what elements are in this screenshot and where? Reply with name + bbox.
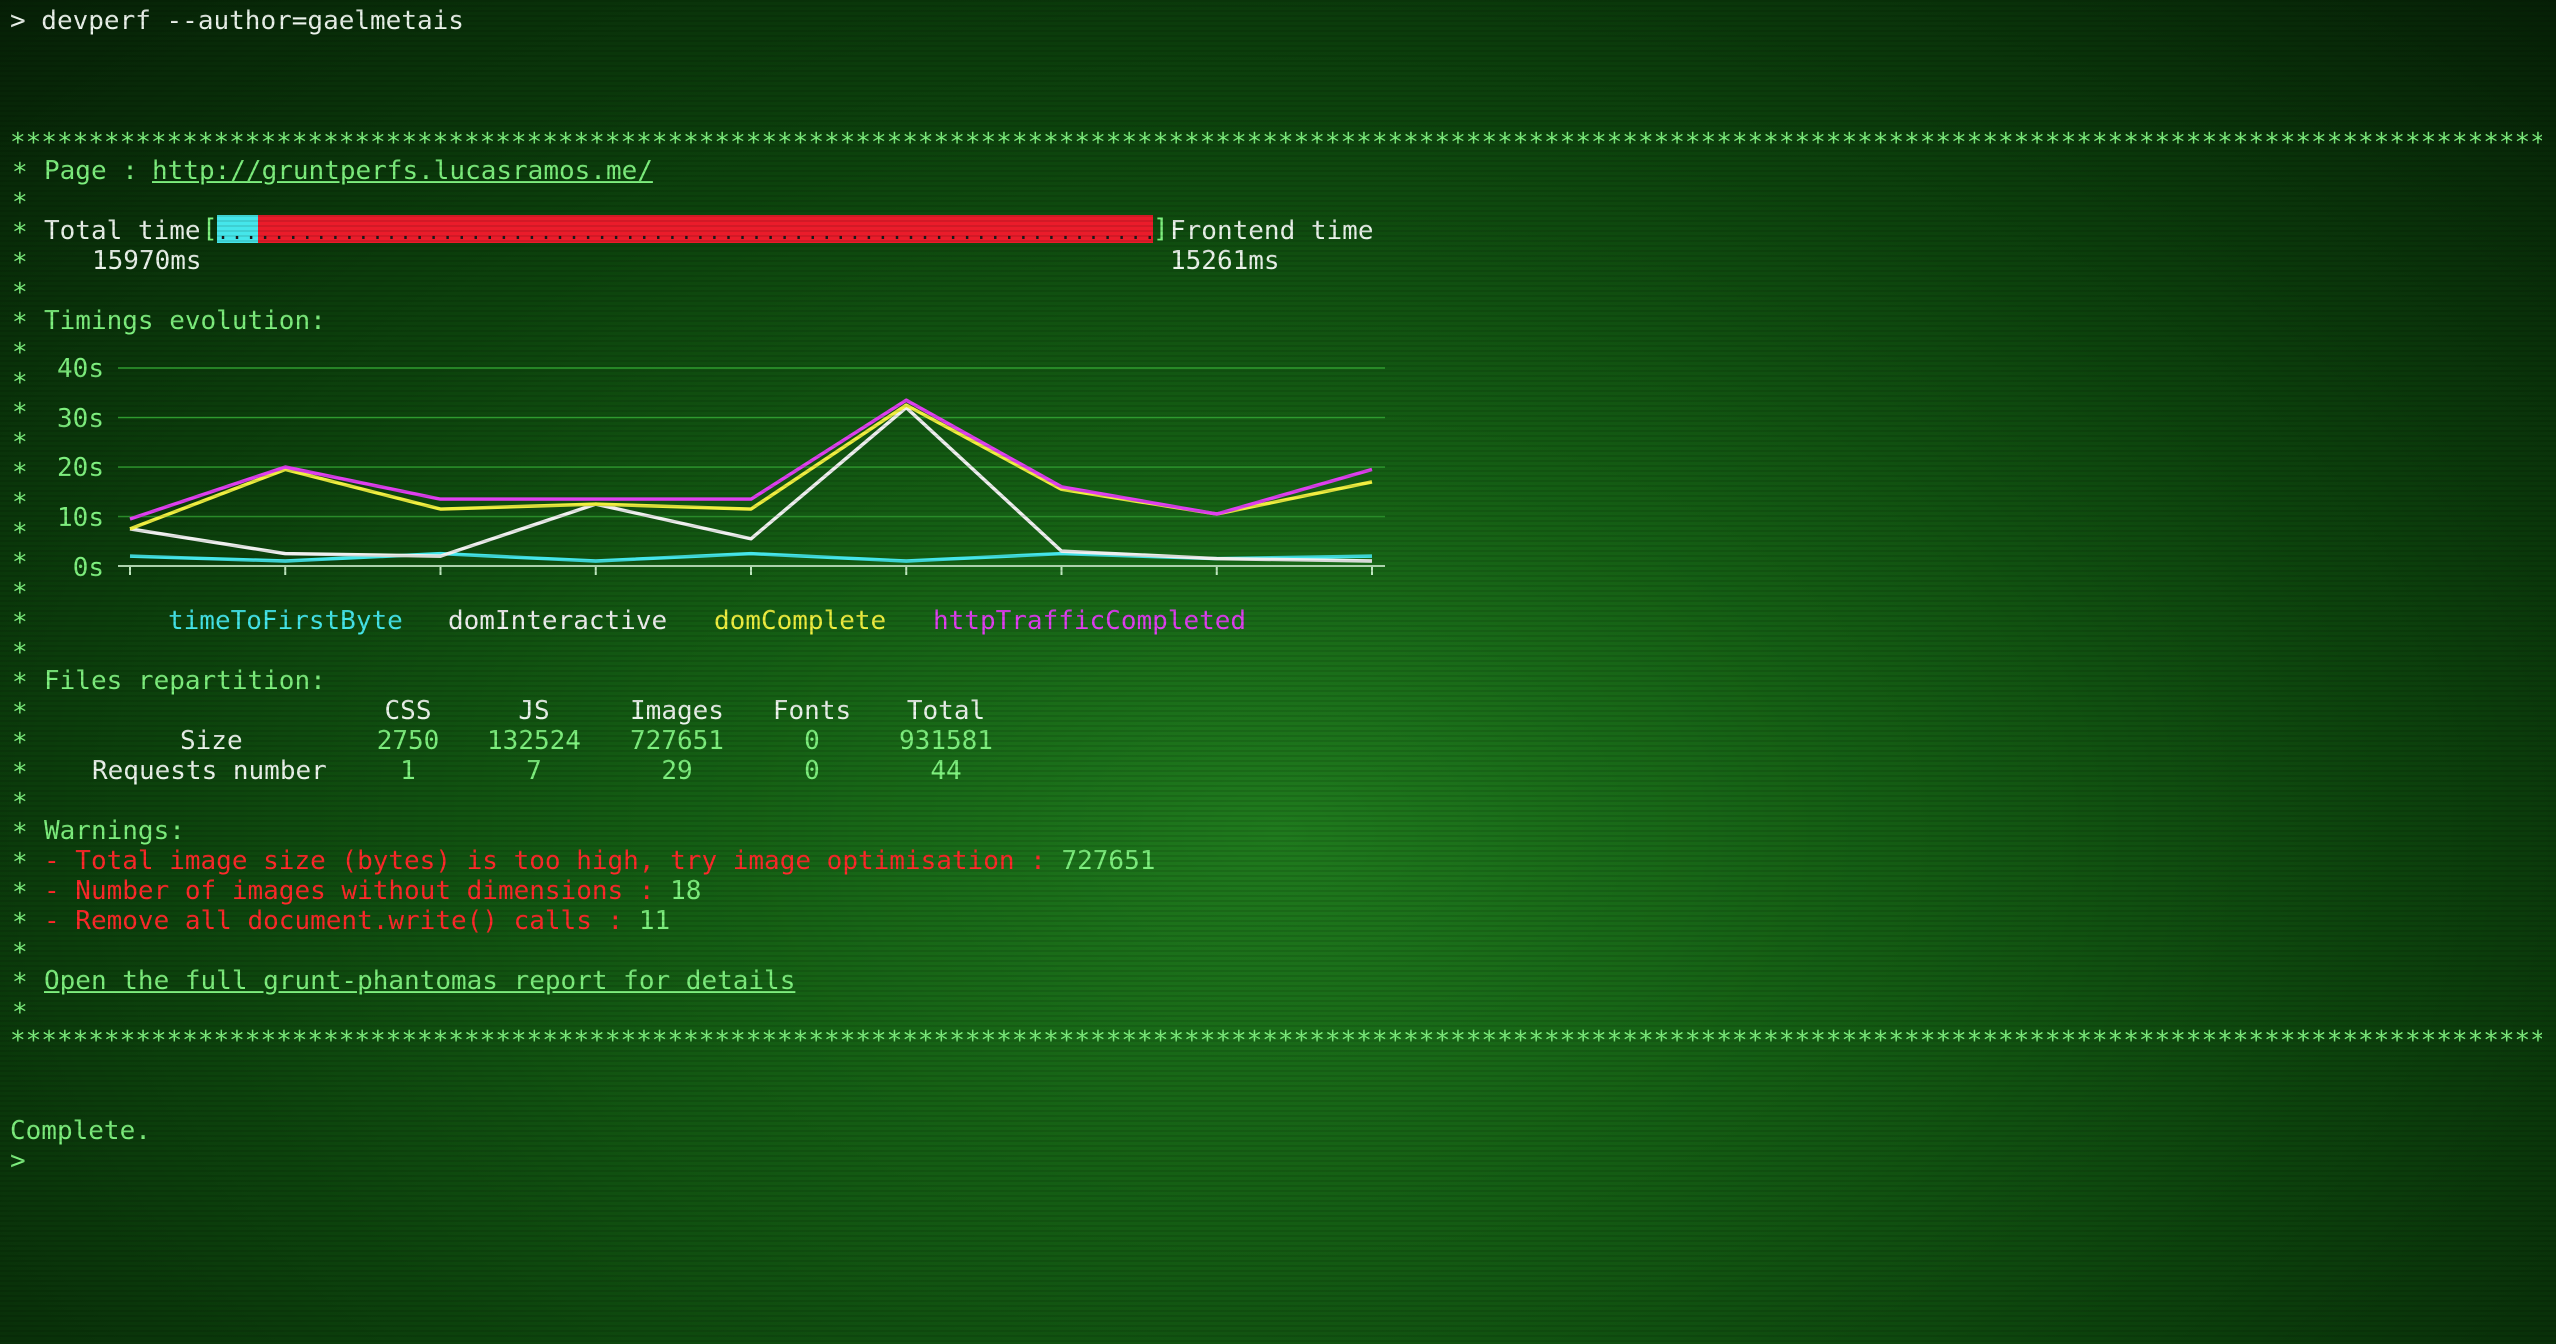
- cell-size-fonts: 0: [804, 726, 820, 756]
- col-header-images: Images: [630, 696, 724, 726]
- legend-domComplete: domComplete: [714, 606, 887, 636]
- bottom-border: ****************************************…: [10, 1028, 2542, 1048]
- col-header-js: JS: [518, 696, 550, 726]
- col-header-css: CSS: [384, 696, 432, 726]
- warnings-heading: Warnings:: [44, 816, 185, 846]
- cell-req-js: 7: [526, 756, 542, 786]
- row-label-requests: Requests number: [92, 756, 327, 786]
- legend-domInteractive: domInteractive: [448, 606, 668, 636]
- cell-req-css: 1: [400, 756, 416, 786]
- warning-item: - Total image size (bytes) is too high, …: [44, 846, 1156, 876]
- col-header-total: Total: [906, 696, 986, 726]
- complete-message: Complete.: [10, 1116, 151, 1146]
- row-label-size: Size: [180, 726, 243, 756]
- cell-size-css: 2750: [376, 726, 440, 756]
- cell-size-total: 931581: [899, 726, 993, 756]
- cell-req-images: 29: [661, 756, 693, 786]
- full-report-link[interactable]: Open the full grunt-phantomas report for…: [44, 966, 795, 996]
- legend-timeToFirstByte: timeToFirstByte: [168, 606, 403, 636]
- warning-item: - Number of images without dimensions : …: [44, 876, 702, 906]
- cell-size-images: 727651: [630, 726, 724, 756]
- files-heading: Files repartition:: [44, 666, 326, 696]
- col-header-fonts: Fonts: [772, 696, 852, 726]
- timings-chart: [118, 367, 1385, 575]
- warning-item: - Remove all document.write() calls : 11: [44, 906, 671, 936]
- cell-size-js: 132524: [487, 726, 581, 756]
- series-line-domInteractive: [129, 405, 1373, 563]
- shell-prompt[interactable]: >: [10, 1146, 26, 1176]
- legend-httpTrafficCompleted: httpTrafficCompleted: [933, 606, 1247, 636]
- cell-req-total: 44: [930, 756, 962, 786]
- cell-req-fonts: 0: [804, 756, 820, 786]
